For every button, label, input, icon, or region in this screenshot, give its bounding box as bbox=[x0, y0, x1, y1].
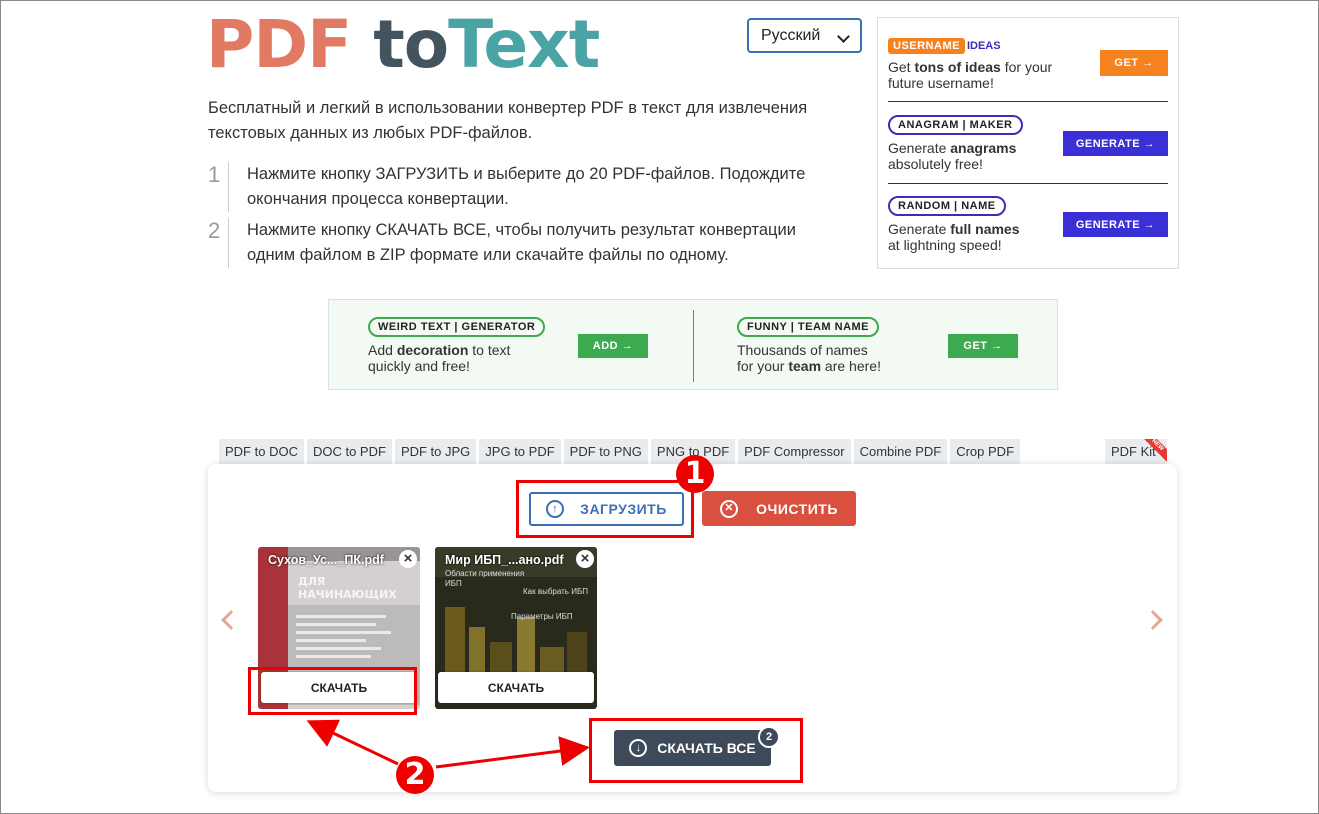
file-name: Сухов_Ус..._ПК.pdf bbox=[268, 553, 384, 567]
ad-get-button[interactable]: GET → bbox=[1100, 50, 1168, 76]
step-divider bbox=[228, 218, 229, 268]
thumb-line: Параметры ИБП bbox=[511, 612, 573, 621]
annotation-number-two: 2 bbox=[396, 756, 434, 794]
step-text: Нажмите кнопку ЗАГРУЗИТЬ и выберите до 2… bbox=[247, 165, 806, 208]
clear-label: ОЧИСТИТЬ bbox=[756, 500, 838, 517]
ad-brand: FUNNY | TEAM NAME bbox=[737, 317, 880, 337]
step-2: 2 Нажмите кнопку СКАЧАТЬ ВСЕ, чтобы полу… bbox=[208, 218, 847, 268]
close-icon[interactable]: × bbox=[576, 550, 594, 568]
ad-brand-suffix: IDEAS bbox=[966, 40, 1001, 52]
ad-generate-button[interactable]: GENERATE → bbox=[1063, 131, 1168, 156]
tab-crop-pdf[interactable]: Crop PDF bbox=[950, 439, 1021, 465]
step-text: Нажмите кнопку СКАЧАТЬ ВСЕ, чтобы получи… bbox=[247, 221, 796, 264]
close-icon[interactable]: × bbox=[399, 550, 417, 568]
step-divider bbox=[228, 162, 229, 212]
ad-banner-right[interactable]: USERNAME IDEAS Get tons of ideas for your… bbox=[877, 17, 1179, 269]
tab-jpg-to-pdf[interactable]: JPG to PDF bbox=[479, 439, 561, 465]
download-all-label: СКАЧАТЬ ВСЕ bbox=[657, 740, 756, 756]
language-value: Русский bbox=[761, 26, 821, 44]
ad-text: Thousands of names for your team are here… bbox=[737, 342, 881, 374]
tab-pdf-to-png[interactable]: PDF to PNG bbox=[563, 439, 648, 465]
intro-text: Бесплатный и легкий в использовании конв… bbox=[208, 99, 808, 142]
annotation-number-one: 1 bbox=[676, 455, 714, 493]
step-1: 1 Нажмите кнопку ЗАГРУЗИТЬ и выберите до… bbox=[208, 162, 847, 212]
logo[interactable]: PDF toText bbox=[206, 12, 600, 78]
download-all-button[interactable]: ↓ СКАЧАТЬ ВСЕ bbox=[614, 730, 771, 766]
tab-combine-pdf[interactable]: Combine PDF bbox=[853, 439, 948, 465]
file-card[interactable]: Области применения ИБП Как выбрать ИБП П… bbox=[435, 547, 597, 709]
logo-part-pdf: PDF bbox=[206, 6, 352, 83]
thumb-line: Как выбрать ИБП bbox=[523, 587, 588, 596]
logo-part-to: to bbox=[373, 6, 449, 83]
tab-doc-to-pdf[interactable]: DOC to PDF bbox=[306, 439, 392, 465]
step-number: 1 bbox=[208, 162, 221, 187]
close-circle-icon: ✕ bbox=[720, 499, 739, 518]
logo-part-text: Text bbox=[448, 6, 600, 83]
ad-get-button[interactable]: GET → bbox=[948, 334, 1018, 358]
ad-divider bbox=[888, 101, 1168, 102]
ad-item-weird-text[interactable]: WEIRD TEXT | GENERATOR Add decoration to… bbox=[368, 317, 546, 374]
thumb-line: ИБП bbox=[445, 579, 462, 588]
step-number: 2 bbox=[208, 218, 221, 243]
ad-text: Add decoration to text quickly and free! bbox=[368, 342, 511, 374]
download-button[interactable]: СКАЧАТЬ bbox=[438, 672, 594, 703]
ad-brand: RANDOM | NAME bbox=[888, 196, 1006, 216]
clear-button[interactable]: ✕ ОЧИСТИТЬ bbox=[702, 491, 856, 526]
tab-pdf-to-jpg[interactable]: PDF to JPG bbox=[394, 439, 477, 465]
ad-generate-button[interactable]: GENERATE → bbox=[1063, 212, 1168, 237]
ad-banner-middle[interactable]: WEIRD TEXT | GENERATOR Add decoration to… bbox=[328, 299, 1058, 390]
upload-label: ЗАГРУЗИТЬ bbox=[580, 501, 667, 517]
language-select[interactable]: Русский bbox=[747, 18, 862, 53]
arrow-up-circle-icon: ↑ bbox=[546, 500, 565, 518]
chevron-down-icon bbox=[837, 30, 850, 43]
ad-brand: ANAGRAM | MAKER bbox=[888, 115, 1023, 135]
file-card[interactable]: ДЛЯ НАЧИНАЮЩИХ Сухов_Ус..._ПК.pdf × СКАЧ… bbox=[258, 547, 420, 709]
file-name: Мир ИБП_...ано.pdf bbox=[445, 553, 564, 567]
ad-item-funny-team[interactable]: FUNNY | TEAM NAME Thousands of names for … bbox=[737, 317, 881, 374]
ad-add-button[interactable]: ADD → bbox=[578, 334, 648, 358]
file-count-badge: 2 bbox=[758, 726, 780, 748]
ad-brand: WEIRD TEXT | GENERATOR bbox=[368, 317, 546, 337]
thumb-title: ДЛЯ НАЧИНАЮЩИХ bbox=[298, 575, 397, 601]
download-button[interactable]: СКАЧАТЬ bbox=[261, 672, 417, 703]
ad-divider bbox=[693, 310, 694, 382]
tab-pdf-compressor[interactable]: PDF Compressor bbox=[738, 439, 851, 465]
arrow-down-circle-icon: ↓ bbox=[629, 739, 648, 757]
upload-button[interactable]: ↑ ЗАГРУЗИТЬ bbox=[529, 492, 684, 526]
tab-label: PDF Kit bbox=[1111, 444, 1156, 459]
ad-brand: USERNAME bbox=[888, 38, 965, 54]
tab-pdf-kit[interactable]: PDF Kit NEW bbox=[1105, 439, 1167, 465]
tab-pdf-to-doc[interactable]: PDF to DOC bbox=[219, 439, 304, 465]
thumb-line: Области применения bbox=[445, 569, 525, 578]
tool-tabs: PDF to DOC DOC to PDF PDF to JPG JPG to … bbox=[219, 439, 1021, 465]
ad-divider bbox=[888, 183, 1168, 184]
